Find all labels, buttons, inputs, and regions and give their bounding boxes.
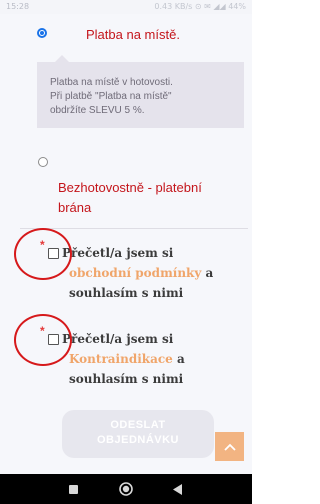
highlight-annotation-1: [14, 228, 72, 280]
info-line-1: Platba na místě v hotovosti.: [50, 77, 173, 88]
consent-conj: a: [172, 352, 185, 366]
square-icon: [68, 484, 78, 494]
submit-order-button[interactable]: ODESLAT OBJEDNÁVKU: [62, 410, 214, 458]
contraindications-consent-line2: Kontraindikace a: [69, 349, 185, 369]
info-box-arrow: [55, 55, 69, 62]
section-divider: [20, 228, 248, 229]
terms-consent-text: Přečetl/a jsem si: [62, 243, 173, 263]
contraindications-consent-text: Přečetl/a jsem si: [62, 329, 173, 349]
payment-label-on-site[interactable]: Platba na místě.: [86, 25, 180, 44]
payment-radio-card-gateway[interactable]: [38, 157, 48, 167]
status-indicators: 0.43 KB/s ⊙ ✉ ◢◢ 44%: [154, 2, 246, 11]
consent-conj: a: [201, 266, 214, 280]
highlight-annotation-2: [14, 314, 72, 366]
status-time: 15:28: [6, 2, 30, 11]
contraindications-link[interactable]: Kontraindikace: [69, 352, 173, 366]
submit-label-line2: OBJEDNÁVKU: [96, 434, 179, 446]
terms-consent-line3: souhlasím s nimi: [69, 286, 184, 300]
payment-radio-on-site[interactable]: [37, 28, 47, 38]
android-nav-bar: [0, 474, 252, 504]
terms-link[interactable]: obchodní podmínky: [69, 266, 201, 280]
info-line-2: Při platbě "Platba na místě": [50, 91, 172, 102]
terms-consent-line2: obchodní podmínky a: [69, 263, 213, 283]
payment-label-card-gateway-line1[interactable]: Bezhotovostně - platební: [58, 178, 202, 197]
status-bar: 15:28 0.43 KB/s ⊙ ✉ ◢◢ 44%: [0, 0, 252, 14]
circle-icon: [119, 482, 133, 496]
chevron-up-icon: [223, 443, 236, 451]
info-line-3: obdržíte SLEVU 5 %.: [50, 105, 145, 116]
consent-text: Přečetl/a jsem si: [62, 246, 174, 260]
nav-recents-button[interactable]: [58, 474, 88, 504]
nav-home-button[interactable]: [111, 474, 141, 504]
payment-label-card-gateway-line2[interactable]: brána: [58, 198, 91, 217]
payment-info-box: Platba na místě v hotovosti. Při platbě …: [37, 55, 244, 128]
checkout-form: Platba na místě. Platba na místě v hotov…: [0, 14, 252, 474]
contraindications-consent-line3: souhlasím s nimi: [69, 372, 184, 386]
nav-back-button[interactable]: [163, 474, 193, 504]
scroll-to-top-button[interactable]: [215, 432, 244, 461]
consent-text: Přečetl/a jsem si: [62, 332, 174, 346]
triangle-back-icon: [173, 483, 182, 495]
submit-label-line1: ODESLAT: [110, 419, 166, 431]
